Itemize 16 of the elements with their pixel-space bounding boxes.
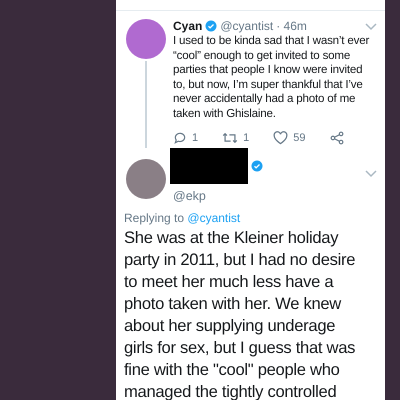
tweet-text: I used to be kinda sad that I wasn’t ever “cool” enough to get invited to some parties that people I know were invited to, but now, I’m super thankful that I’ve never accidentally had a photo of me taken with Ghislaine. <box>173 34 370 122</box>
timestamp: · 46m <box>276 19 307 33</box>
like-button[interactable]: 59 <box>273 130 306 145</box>
replying-to-text: Replying to @cyantist <box>123 210 242 225</box>
chevron-down-icon[interactable] <box>365 23 377 31</box>
display-name: Cyan <box>173 19 202 33</box>
user-handle[interactable]: @ekp <box>173 188 377 203</box>
share-button[interactable] <box>330 130 344 145</box>
retweet-button[interactable]: 1 <box>222 130 250 145</box>
user-handle[interactable]: @cyantist <box>220 19 274 33</box>
avatar-placeholder[interactable] <box>126 19 166 59</box>
avatar-placeholder[interactable] <box>126 158 166 199</box>
chevron-down-icon[interactable] <box>365 170 377 178</box>
reply-button[interactable]: 1 <box>173 130 198 145</box>
reply-text: She was at the Kleiner holiday party in 2011, but I had no desire to meet her much less have a photo taken with her. We knew about her supplying underage girls for sex, but I guess that was fine with the "cool" people who managed the tightly controlled <box>123 226 356 400</box>
mention-link[interactable]: @cyantist <box>187 210 240 225</box>
